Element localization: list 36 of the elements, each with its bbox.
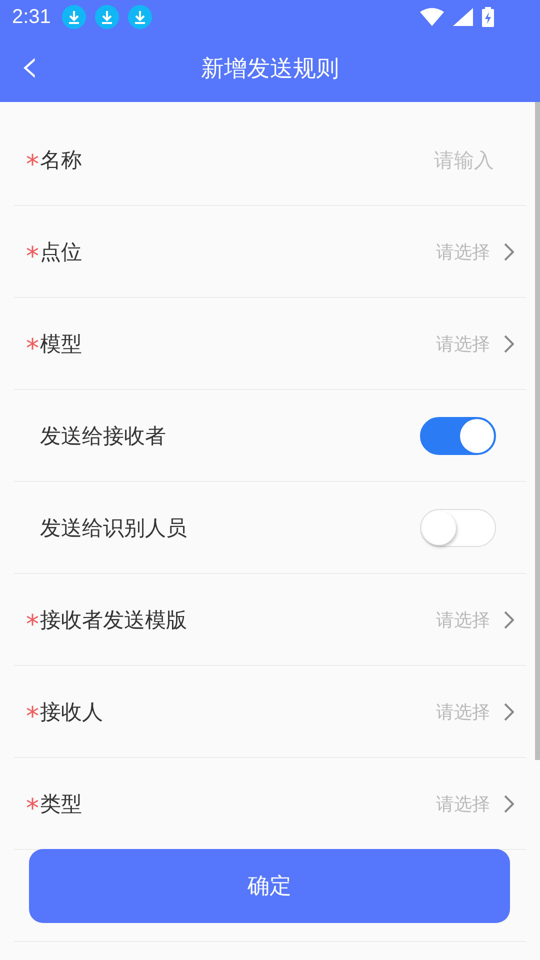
- required-mark: *: [26, 240, 40, 270]
- field-label: 类型: [40, 790, 83, 818]
- required-mark: *: [26, 700, 40, 730]
- back-button[interactable]: ‹: [14, 44, 46, 88]
- select-placeholder[interactable]: 请选择: [436, 608, 490, 632]
- select-placeholder[interactable]: 请选择: [436, 700, 490, 724]
- required-mark: *: [26, 792, 40, 822]
- field-label: 发送给接收者: [40, 422, 167, 450]
- input-field[interactable]: 请输入: [352, 146, 496, 172]
- field-label: 点位: [40, 238, 83, 266]
- confirm-button[interactable]: 确定: [29, 849, 510, 923]
- select-placeholder[interactable]: 请选择: [436, 240, 490, 264]
- select-placeholder[interactable]: 请选择: [436, 792, 490, 816]
- chevron-right-icon[interactable]: [504, 334, 514, 352]
- download-icon: [62, 5, 86, 29]
- status-time: 2:31: [12, 6, 51, 28]
- chevron-right-icon[interactable]: [504, 242, 514, 260]
- chevron-right-icon[interactable]: [504, 794, 514, 812]
- field-label: 名称: [40, 146, 83, 174]
- required-mark: *: [26, 148, 40, 178]
- select-placeholder[interactable]: 请选择: [436, 332, 490, 356]
- field-label: 发送给识别人员: [40, 514, 188, 542]
- required-mark: *: [26, 608, 40, 638]
- signal-icon: [453, 8, 473, 26]
- download-icon: [94, 5, 119, 29]
- battery-charging-icon: [482, 7, 494, 27]
- field-label: 接收者发送模版: [40, 606, 188, 634]
- toggle-switch[interactable]: [420, 416, 496, 454]
- page-title: 新增发送规则: [201, 54, 339, 84]
- download-icon: [128, 5, 152, 29]
- chevron-right-icon[interactable]: [504, 610, 514, 628]
- required-mark: *: [26, 332, 40, 362]
- field-label: 模型: [40, 330, 83, 358]
- wifi-icon: [420, 8, 444, 26]
- field-label: 接收人: [40, 698, 104, 726]
- chevron-right-icon[interactable]: [504, 702, 514, 720]
